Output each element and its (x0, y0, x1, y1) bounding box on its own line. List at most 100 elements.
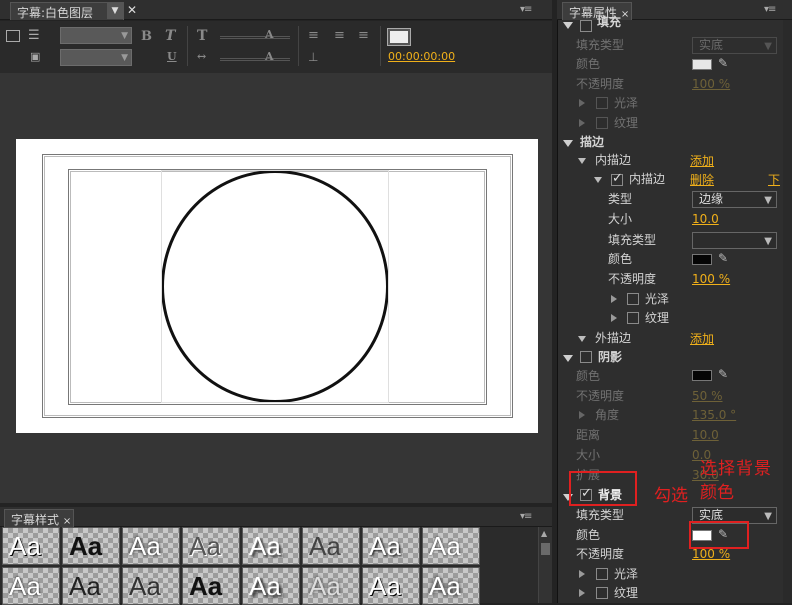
fill-color-swatch[interactable] (692, 59, 712, 70)
stroke-type-select[interactable]: 边缘 ▼ (692, 191, 777, 208)
style-swatch[interactable]: Aa (302, 567, 360, 605)
close-icon[interactable]: × (621, 9, 629, 20)
inner-stroke-expand-icon[interactable] (578, 158, 586, 164)
style-swatch[interactable]: Aa (362, 567, 420, 605)
props-panel-menu-icon[interactable]: ▾≡ (764, 4, 776, 15)
expand-icon[interactable] (579, 119, 585, 127)
font-size-field[interactable] (220, 36, 290, 39)
style-swatch[interactable]: Aa (62, 527, 120, 565)
style-swatch[interactable]: Aa (122, 527, 180, 565)
style-swatch[interactable]: Aa (242, 567, 300, 605)
shadow-checkbox[interactable] (580, 351, 592, 363)
outer-stroke-expand-icon[interactable] (578, 336, 586, 342)
shadow-expand-icon[interactable] (563, 355, 573, 362)
fill-expand-icon[interactable] (563, 22, 573, 29)
props-scrollbar[interactable] (783, 20, 792, 603)
tab-dropdown-icon[interactable]: ▼ (107, 3, 123, 19)
eyedropper-icon[interactable]: ✎ (718, 251, 728, 265)
template-icon[interactable]: ▣ (30, 50, 40, 63)
stroke-color-swatch[interactable] (692, 254, 712, 265)
fill-texture-checkbox[interactable] (596, 117, 608, 129)
stroke-texture-checkbox[interactable] (627, 312, 639, 324)
timecode[interactable]: 00:00:00:00 (388, 50, 455, 63)
annotation-choose-note-2: 颜色 (700, 483, 734, 503)
delete-link[interactable]: 删除 (690, 171, 714, 188)
bg-sheen-label: 光泽 (614, 567, 639, 581)
close-tab-icon[interactable]: ✕ (127, 3, 137, 17)
close-icon[interactable]: × (63, 516, 71, 527)
style-swatch[interactable]: Aa (182, 567, 240, 605)
stroke-opacity-value[interactable]: 100 % (692, 272, 730, 286)
stroke-expand-icon[interactable] (563, 140, 573, 147)
bg-color-label: 颜色 (576, 528, 601, 542)
title-tools-icon[interactable] (6, 30, 20, 42)
eyedropper-icon[interactable]: ✎ (718, 367, 728, 381)
style-swatch[interactable]: Aa (422, 567, 480, 605)
toolbar-divider-3 (380, 26, 381, 66)
bg-sheen-checkbox[interactable] (596, 568, 608, 580)
bg-texture-checkbox[interactable] (596, 587, 608, 599)
stroke-fill-type-select[interactable]: ▼ (692, 232, 777, 249)
show-video-icon[interactable] (387, 28, 411, 46)
add-outer-stroke-link[interactable]: 添加 (690, 330, 714, 347)
shadow-color-swatch[interactable] (692, 370, 712, 381)
bg-opacity-value[interactable]: 100 % (692, 547, 730, 561)
tab-title-styles[interactable]: 字幕样式 × (4, 509, 74, 527)
expand-icon[interactable] (579, 99, 585, 107)
inner-stroke-item-label: 内描边 (629, 172, 666, 186)
shadow-angle-value[interactable]: 135.0 ° (692, 408, 736, 422)
bold-icon[interactable]: B (141, 29, 152, 44)
italic-icon[interactable]: T (165, 28, 175, 44)
style-panel-menu-icon[interactable]: ▾≡ (520, 511, 532, 522)
scroll-up-icon[interactable]: ▲ (541, 529, 547, 538)
tab-stops-icon[interactable]: ⊥ (308, 50, 318, 64)
size-value[interactable]: 10.0 (692, 212, 719, 226)
expand-icon[interactable] (579, 411, 585, 419)
tracking-icon[interactable]: A (265, 50, 274, 63)
move-down-link[interactable]: 下 (768, 171, 780, 188)
style-swatch[interactable]: Aa (362, 527, 420, 565)
fill-type-select[interactable]: 实底 ▼ (692, 37, 777, 54)
align-left-icon[interactable]: ≡ (308, 28, 319, 43)
inner-stroke-item-expand-icon[interactable] (594, 177, 602, 183)
style-swatch[interactable]: Aa (422, 527, 480, 565)
shadow-opacity-value[interactable]: 50 % (692, 389, 723, 403)
fill-opacity-value[interactable]: 100 % (692, 77, 730, 91)
fill-sheen-checkbox[interactable] (596, 97, 608, 109)
font-size-icon[interactable]: T (197, 28, 207, 44)
font-family-dropdown[interactable]: ▼ (60, 27, 132, 44)
leading-field[interactable] (220, 58, 290, 61)
style-swatch[interactable]: Aa (2, 567, 60, 605)
stroke-header: 描边 (580, 135, 605, 149)
kerning-icon[interactable]: A (265, 28, 274, 41)
expand-icon[interactable] (611, 295, 617, 303)
align-right-icon[interactable]: ≡ (358, 28, 369, 43)
leading-icon[interactable]: ↔ (197, 50, 206, 63)
style-scrollbar[interactable]: ▲ (538, 527, 552, 603)
style-swatch[interactable]: Aa (2, 527, 60, 565)
underline-icon[interactable]: U (167, 50, 177, 63)
bg-texture-label: 纹理 (614, 586, 639, 600)
expand-icon[interactable] (579, 570, 585, 578)
eyedropper-icon[interactable]: ✎ (718, 56, 728, 70)
align-icon[interactable]: ☰ (28, 28, 40, 43)
add-inner-stroke-link[interactable]: 添加 (690, 152, 714, 169)
inner-stroke-checkbox[interactable] (611, 171, 623, 186)
expand-icon[interactable] (611, 314, 617, 322)
shadow-distance-value[interactable]: 10.0 (692, 428, 719, 442)
tab-title-panel[interactable]: 字幕:白色图层 ▼ (10, 2, 124, 20)
style-swatch[interactable]: Aa (182, 527, 240, 565)
inner-stroke-label: 内描边 (595, 153, 632, 167)
fill-checkbox[interactable] (580, 20, 592, 32)
style-swatch[interactable]: Aa (122, 567, 180, 605)
expand-icon[interactable] (579, 589, 585, 597)
style-swatch[interactable]: Aa (242, 527, 300, 565)
style-swatch[interactable]: Aa (62, 567, 120, 605)
stroke-sheen-checkbox[interactable] (627, 293, 639, 305)
title-canvas[interactable] (16, 139, 538, 433)
scroll-thumb[interactable] (541, 543, 550, 555)
font-style-dropdown[interactable]: ▼ (60, 49, 132, 66)
panel-menu-icon[interactable]: ▾≡ (520, 4, 532, 15)
style-swatch[interactable]: Aa (302, 527, 360, 565)
align-center-icon[interactable]: ≡ (334, 28, 345, 43)
